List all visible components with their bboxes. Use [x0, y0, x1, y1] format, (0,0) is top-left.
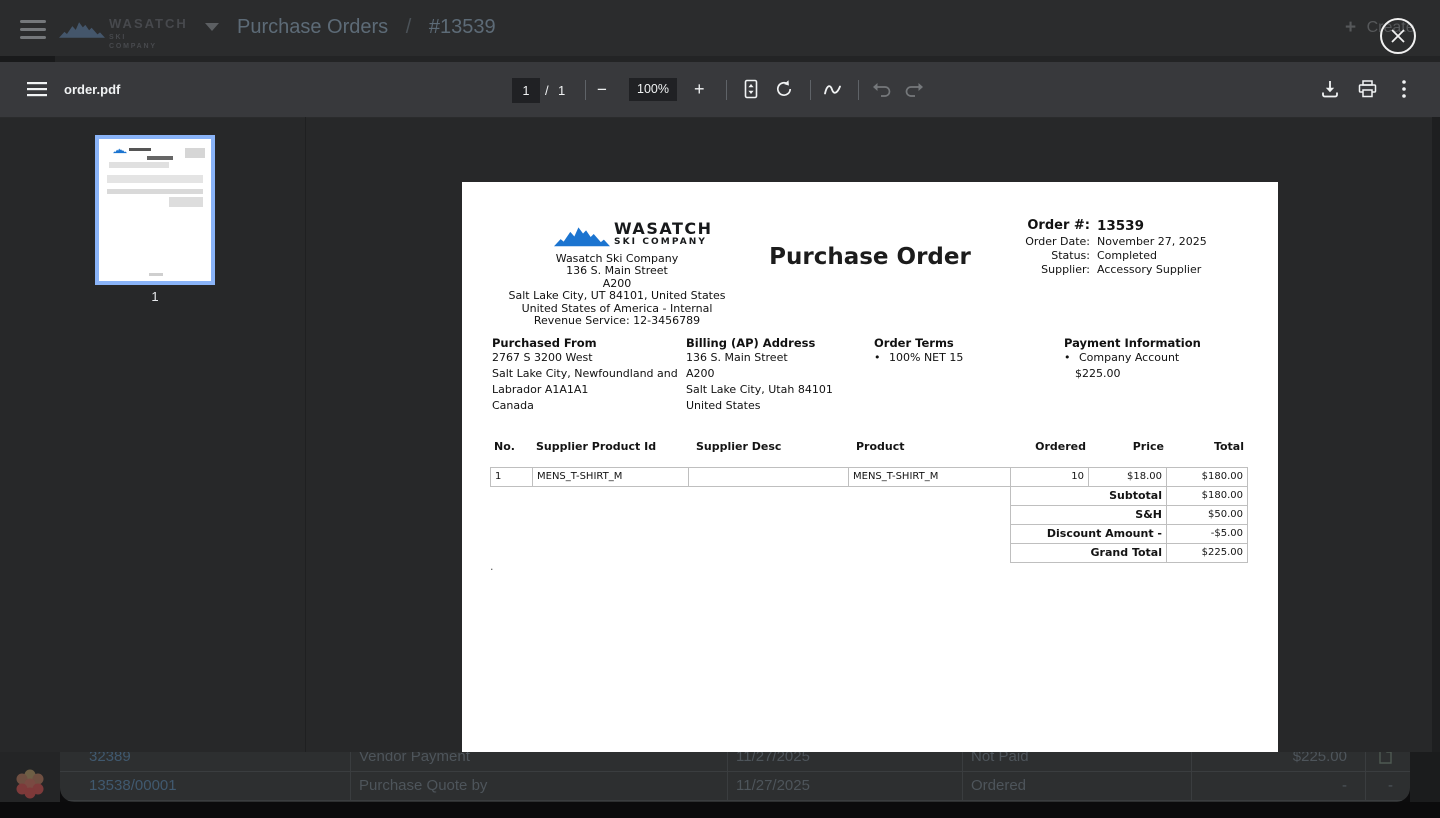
brand-name-bottom: SKI COMPANY [109, 33, 174, 51]
zoom-out-button[interactable]: − [597, 80, 607, 100]
stray-mark: . [490, 560, 494, 573]
chevron-down-icon[interactable] [205, 23, 219, 31]
bullet: • [874, 351, 881, 364]
launcher-flower-icon[interactable] [12, 766, 48, 802]
col-header-product: Product [856, 440, 1006, 462]
fit-page-icon[interactable] [737, 75, 765, 103]
doc-brand-top: WASATCH [614, 219, 713, 238]
payment-information-section: Payment Information • Company Account $2… [1064, 336, 1244, 382]
breadcrumb-separator: / [406, 16, 412, 38]
col-header-total: Total [1166, 440, 1244, 462]
more-vert-icon[interactable] [1390, 75, 1418, 103]
app-menu-icon[interactable] [20, 18, 46, 40]
billing-address-section: Billing (AP) Address 136 S. Main Street … [686, 336, 866, 414]
page-separator: / [545, 83, 549, 98]
panel-divider [305, 117, 306, 752]
supplier-value: Accessory Supplier [1097, 263, 1201, 277]
cell-ordered: 10 [1010, 467, 1089, 487]
zoom-in-button[interactable]: + [694, 79, 705, 100]
order-number-value: 13539 [1097, 219, 1144, 233]
col-header-supplier-desc: Supplier Desc [696, 440, 846, 462]
purchased-from-section: Purchased From 2767 S 3200 West Salt Lak… [492, 336, 682, 414]
page-number-input[interactable] [512, 78, 540, 103]
background-table: 32389 Vendor Payment 11/27/2025 Not Paid… [60, 745, 1410, 802]
order-number-label: Order #: [920, 219, 1090, 233]
cell-supplier-product-id: MENS_T-SHIRT_M [532, 467, 689, 487]
col-header-price: Price [1088, 440, 1164, 462]
supplier-label: Supplier: [920, 263, 1090, 277]
thumbnail-panel: 1 [0, 117, 305, 752]
grand-total-value: $225.00 [1166, 543, 1248, 563]
col-header-no: No. [494, 440, 532, 462]
thumbnail-page-number: 1 [95, 289, 215, 304]
subtotal-value: $180.00 [1166, 486, 1248, 506]
undo-icon[interactable] [868, 75, 896, 103]
doc-brand-bottom: SKI COMPANY [614, 237, 707, 247]
discount-value: -$5.00 [1166, 524, 1248, 544]
row-amount: - [1167, 777, 1347, 794]
page-thumbnail[interactable] [95, 135, 215, 285]
page-bottom-strip [0, 802, 1440, 818]
screen: WASATCH SKI COMPANY Purchase Orders / #1… [0, 0, 1440, 818]
row-description: Purchase Quote by [359, 777, 487, 794]
rotate-icon[interactable] [770, 75, 798, 103]
col-header-supplier-product-id: Supplier Product Id [536, 440, 686, 462]
row-doc-placeholder: - [1388, 777, 1393, 794]
col-header-ordered: Ordered [1010, 440, 1086, 462]
annotate-icon[interactable] [819, 75, 847, 103]
cell-supplier-desc [688, 467, 849, 487]
pdf-page: WASATCH SKI COMPANY Wasatch Ski Company … [462, 182, 1278, 752]
mountain-icon [59, 14, 105, 44]
shipping-label: S&H [1010, 505, 1167, 525]
company-logo: WASATCH SKI COMPANY [59, 11, 174, 51]
breadcrumb-section[interactable]: Purchase Orders [237, 16, 388, 38]
discount-label: Discount Amount - Discount [1010, 524, 1167, 544]
sidebar-toggle-menu-icon[interactable] [23, 75, 51, 103]
order-date-label: Order Date: [920, 235, 1090, 249]
pdf-filename: order.pdf [64, 82, 120, 97]
status-label: Status: [920, 249, 1090, 263]
row-date: 11/27/2025 [736, 777, 810, 794]
row-id-link[interactable]: 13538/00001 [89, 777, 177, 794]
pdf-viewer-content: 1 WASATCH SKI COMPANY Wasatch Ski Compan… [0, 117, 1440, 752]
redo-icon[interactable] [900, 75, 928, 103]
plus-icon: + [1345, 17, 1356, 38]
mountain-icon [554, 222, 610, 249]
close-button[interactable] [1380, 18, 1416, 54]
grand-total-label: Grand Total [1010, 543, 1167, 563]
order-date-value: November 27, 2025 [1097, 235, 1207, 249]
viewer-scrollbar[interactable] [1432, 117, 1440, 752]
print-icon[interactable] [1353, 75, 1381, 103]
order-terms-section: Order Terms • 100% NET 15 [874, 336, 1044, 366]
page-gutter [1410, 745, 1440, 802]
download-icon[interactable] [1316, 75, 1344, 103]
breadcrumb: Purchase Orders / #13539 [237, 16, 496, 39]
pdf-toolbar: order.pdf / 1 − 100% + [0, 62, 1440, 117]
cell-price: $18.00 [1088, 467, 1167, 487]
row-status: Ordered [971, 777, 1026, 794]
bullet: • [1064, 351, 1071, 364]
zoom-level[interactable]: 100% [629, 78, 677, 101]
page-total: 1 [558, 83, 565, 98]
shipping-value: $50.00 [1166, 505, 1248, 525]
cell-total: $180.00 [1166, 467, 1248, 487]
payment-amount: $225.00 [1064, 366, 1244, 382]
order-info: Order #: 13539 Order Date: November 27, … [920, 219, 1250, 277]
pdf-viewer-modal: order.pdf / 1 − 100% + [0, 56, 1440, 752]
cell-no: 1 [490, 467, 533, 487]
status-value: Completed [1097, 249, 1157, 263]
table-row: 13538/00001 Purchase Quote by 11/27/2025… [60, 771, 1410, 801]
cell-product: MENS_T-SHIRT_M [848, 467, 1011, 487]
app-header: WASATCH SKI COMPANY Purchase Orders / #1… [0, 0, 1440, 62]
brand-name-top: WASATCH [109, 17, 188, 30]
close-icon [1390, 28, 1406, 44]
subtotal-label: Subtotal [1010, 486, 1167, 506]
breadcrumb-item: #13539 [429, 16, 496, 38]
